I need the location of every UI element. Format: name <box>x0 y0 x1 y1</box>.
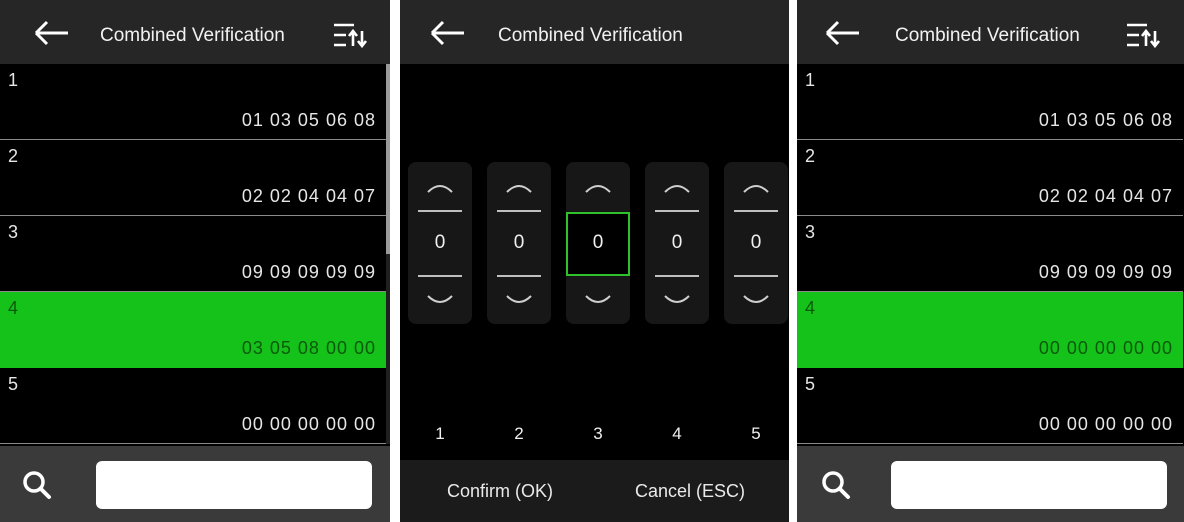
search-bar <box>797 446 1184 522</box>
list-screen-after: Combined Verification 1 01 03 05 06 08 2… <box>797 0 1184 522</box>
list-item[interactable]: 5 00 00 00 00 00 <box>797 368 1183 444</box>
search-bar <box>0 446 390 522</box>
column-label: 3 <box>593 424 603 443</box>
digit-column-1: 0 <box>408 162 472 324</box>
row-value: 09 09 09 09 09 <box>241 262 376 282</box>
list-item[interactable]: 3 09 09 09 09 09 <box>797 216 1183 292</box>
column-label: 4 <box>672 424 682 443</box>
digit-column-2: 0 <box>487 162 551 324</box>
search-input[interactable] <box>96 461 372 509</box>
digit-value[interactable]: 0 <box>566 212 630 274</box>
page-title: Combined Verification <box>498 25 683 46</box>
chevron-up-icon[interactable] <box>645 162 709 210</box>
chevron-up-icon[interactable] <box>487 162 551 210</box>
back-arrow-icon[interactable] <box>34 20 70 46</box>
digit-value[interactable]: 0 <box>408 212 472 274</box>
list-item[interactable]: 5 00 00 00 00 00 <box>0 368 386 444</box>
scrollbar[interactable] <box>386 64 390 444</box>
back-arrow-icon[interactable] <box>825 20 861 46</box>
row-index: 5 <box>8 374 19 394</box>
scrollbar-thumb[interactable] <box>386 64 390 254</box>
row-value: 00 00 00 00 00 <box>1038 414 1173 434</box>
digit-column-3: 0 <box>566 162 630 324</box>
list-item[interactable]: 3 09 09 09 09 09 <box>0 216 386 292</box>
row-value: 01 03 05 06 08 <box>241 110 376 130</box>
row-index: 4 <box>805 298 816 318</box>
row-index: 3 <box>8 222 19 242</box>
column-label: 2 <box>514 424 524 443</box>
title-bar: Combined Verification <box>0 0 390 64</box>
digit-value[interactable]: 0 <box>645 212 709 274</box>
column-label: 1 <box>435 424 445 443</box>
list-item-selected[interactable]: 4 03 05 08 00 00 <box>0 292 386 368</box>
list-item[interactable]: 2 02 02 04 04 07 <box>797 140 1183 216</box>
list-item-selected[interactable]: 4 00 00 00 00 00 <box>797 292 1183 368</box>
row-index: 1 <box>8 70 19 90</box>
title-bar: Combined Verification <box>797 0 1184 64</box>
row-index: 4 <box>8 298 19 318</box>
search-icon[interactable] <box>22 470 52 500</box>
chevron-down-icon[interactable] <box>724 278 788 324</box>
sort-icon[interactable] <box>1127 22 1161 48</box>
chevron-up-icon[interactable] <box>724 162 788 210</box>
chevron-up-icon[interactable] <box>408 162 472 210</box>
page-title: Combined Verification <box>895 25 1080 46</box>
column-label: 5 <box>751 424 761 443</box>
chevron-down-icon[interactable] <box>566 278 630 324</box>
chevron-down-icon[interactable] <box>645 278 709 324</box>
back-arrow-icon[interactable] <box>430 20 466 46</box>
digit-value[interactable]: 0 <box>724 212 788 274</box>
row-value: 02 02 04 04 07 <box>1038 186 1173 206</box>
title-bar: Combined Verification <box>400 0 789 64</box>
cancel-button[interactable]: Cancel (ESC) <box>600 460 780 522</box>
digit-value[interactable]: 0 <box>487 212 551 274</box>
row-value: 00 00 00 00 00 <box>1038 338 1173 358</box>
row-index: 1 <box>805 70 816 90</box>
list-screen-before: Combined Verification 1 01 03 05 06 08 2… <box>0 0 390 522</box>
row-index: 3 <box>805 222 816 242</box>
chevron-up-icon[interactable] <box>566 162 630 210</box>
sort-icon[interactable] <box>334 22 368 48</box>
digit-column-5: 0 <box>724 162 788 324</box>
row-value: 02 02 04 04 07 <box>241 186 376 206</box>
row-index: 2 <box>805 146 816 166</box>
digit-column-4: 0 <box>645 162 709 324</box>
row-value: 00 00 00 00 00 <box>241 414 376 434</box>
row-value: 03 05 08 00 00 <box>241 338 376 358</box>
search-input[interactable] <box>891 461 1167 509</box>
row-index: 2 <box>8 146 19 166</box>
row-index: 5 <box>805 374 816 394</box>
confirm-button[interactable]: Confirm (OK) <box>410 460 590 522</box>
list-item[interactable]: 2 02 02 04 04 07 <box>0 140 386 216</box>
row-value: 09 09 09 09 09 <box>1038 262 1173 282</box>
chevron-down-icon[interactable] <box>408 278 472 324</box>
dialog-button-bar: Confirm (OK) Cancel (ESC) <box>400 460 789 522</box>
row-value: 01 03 05 06 08 <box>1038 110 1173 130</box>
digit-picker-screen: Combined Verification 0 0 0 0 0 1 2 3 4 … <box>400 0 789 522</box>
search-icon[interactable] <box>821 470 851 500</box>
chevron-down-icon[interactable] <box>487 278 551 324</box>
list-item[interactable]: 1 01 03 05 06 08 <box>0 64 386 140</box>
page-title: Combined Verification <box>100 25 285 46</box>
list-item[interactable]: 1 01 03 05 06 08 <box>797 64 1183 140</box>
